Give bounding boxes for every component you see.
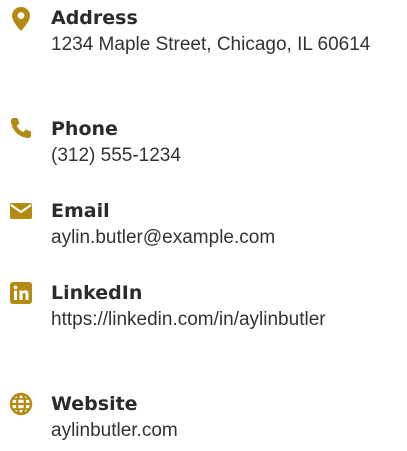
contact-text-website: Website aylinbutler.com — [51, 392, 391, 445]
contact-label-phone: Phone — [51, 118, 118, 140]
envelope-icon — [8, 201, 34, 227]
email-link[interactable]: aylin.butler@example.com — [51, 227, 275, 248]
map-pin-icon — [8, 6, 34, 32]
linkedin-link[interactable]: https://linkedin.com/in/aylinbutler — [51, 309, 326, 330]
contact-label-linkedin: LinkedIn — [51, 282, 143, 304]
contact-text-address: Address 1234 Maple Street, Chicago, IL 6… — [51, 6, 391, 59]
contact-label-email: Email — [51, 200, 110, 222]
contact-value-address: 1234 Maple Street, Chicago, IL 60614 — [51, 34, 371, 55]
website-link[interactable]: aylinbutler.com — [51, 420, 178, 441]
contact-text-phone: Phone (312) 555-1234 — [51, 117, 391, 170]
linkedin-icon — [8, 282, 34, 308]
contact-value-phone: (312) 555-1234 — [51, 145, 181, 166]
contact-value-email[interactable]: aylin.butler@example.com — [51, 224, 391, 252]
contact-label-website: Website — [51, 393, 138, 415]
contact-text-email: Email aylin.butler@example.com — [51, 199, 391, 252]
contact-value-linkedin[interactable]: https://linkedin.com/in/aylinbutler — [51, 306, 391, 334]
contact-value-website[interactable]: aylinbutler.com — [51, 417, 391, 445]
globe-icon — [8, 392, 34, 418]
contact-text-linkedin: LinkedIn https://linkedin.com/in/aylinbu… — [51, 281, 391, 334]
phone-icon — [8, 116, 34, 142]
contact-label-address: Address — [51, 7, 138, 29]
